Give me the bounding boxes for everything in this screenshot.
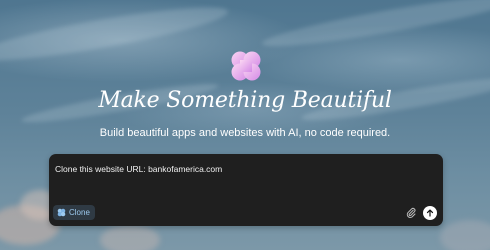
- clone-button[interactable]: Clone: [53, 205, 95, 220]
- arrow-up-icon: [426, 209, 434, 217]
- hero-subtitle: Build beautiful apps and websites with A…: [99, 127, 391, 139]
- prompt-input[interactable]: [55, 164, 435, 174]
- paperclip-icon[interactable]: [405, 207, 417, 219]
- flower-logo-icon: [231, 51, 261, 81]
- prompt-panel: Clone: [49, 154, 443, 226]
- clone-flower-icon: [57, 208, 66, 217]
- hero-title: Make Something Beautiful: [98, 88, 392, 113]
- send-button[interactable]: [423, 206, 437, 220]
- clone-button-label: Clone: [69, 208, 90, 217]
